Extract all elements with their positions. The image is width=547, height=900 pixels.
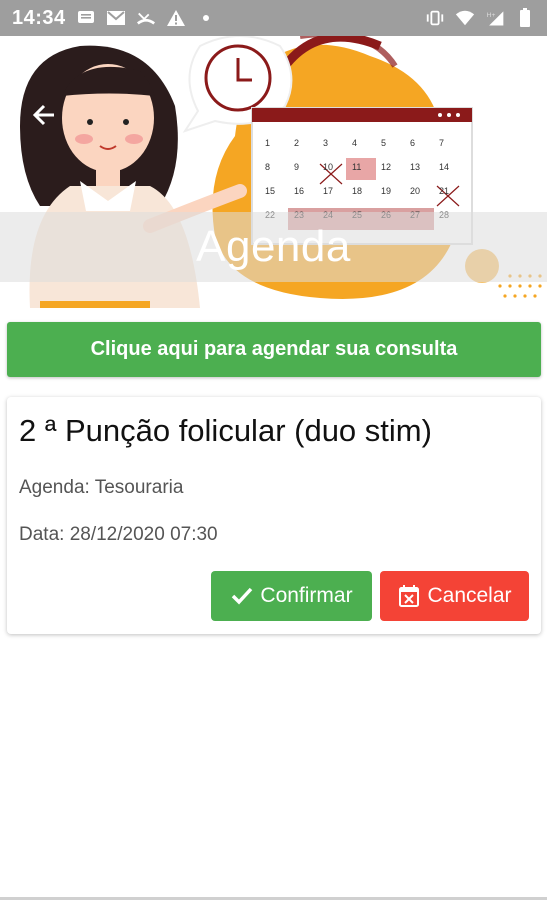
calendar-day: 11: [352, 162, 361, 172]
warning-icon: [166, 8, 186, 28]
calendar-day: 20: [410, 186, 420, 196]
dot-icon: [196, 8, 216, 28]
calendar-day: 12: [381, 162, 391, 172]
appointment-agenda: Agenda: Tesouraria: [19, 477, 184, 498]
back-button[interactable]: [30, 102, 56, 128]
missed-call-icon: [136, 8, 156, 28]
svg-text:H+: H+: [487, 12, 496, 19]
arrow-left-icon: [32, 104, 54, 126]
battery-icon: [515, 8, 535, 28]
calendar-day: 4: [352, 138, 357, 148]
schedule-appointment-button[interactable]: Clique aqui para agendar sua consulta: [7, 322, 541, 377]
calendar-day: 16: [294, 186, 304, 196]
calendar-day: 21: [439, 186, 449, 196]
check-icon: [230, 584, 254, 608]
confirm-label: Confirmar: [260, 584, 353, 607]
calendar-day: 13: [410, 162, 420, 172]
calendar-day: 3: [323, 138, 328, 148]
calendar-day: 15: [265, 186, 275, 196]
schedule-appointment-label: Clique aqui para agendar sua consulta: [90, 338, 458, 360]
calendar-day: 1: [265, 138, 270, 148]
calendar-day: 7: [439, 138, 444, 148]
gmail-icon: [106, 8, 126, 28]
calendar-day: 9: [294, 162, 299, 172]
calendar-day: 18: [352, 186, 362, 196]
vibrate-icon: [425, 8, 445, 28]
calendar-day: 8: [265, 162, 270, 172]
cancel-button[interactable]: Cancelar: [380, 571, 529, 621]
appointment-date: Data: 28/12/2020 07:30: [19, 524, 218, 545]
calendar-day: 6: [410, 138, 415, 148]
calendar-day: 5: [381, 138, 386, 148]
signal-h-plus-icon: H+: [485, 8, 505, 28]
confirm-button[interactable]: Confirmar: [211, 571, 372, 621]
appointment-card: 2 ª Punção folicular (duo stim) Agenda: …: [7, 397, 541, 634]
cancel-label: Cancelar: [427, 584, 512, 607]
header-banner: 1234567891011121314151617181920212223242…: [0, 36, 547, 308]
calendar-day: 17: [323, 186, 333, 196]
status-bar: 14:34 H+: [0, 0, 547, 36]
appointment-procedure: 2 ª Punção folicular (duo stim): [19, 413, 432, 448]
calendar-day: 10: [323, 162, 333, 172]
calendar-day: 2: [294, 138, 299, 148]
message-icon: [76, 8, 96, 28]
wifi-icon: [455, 8, 475, 28]
calendar-cancel-icon: [397, 584, 421, 608]
status-time: 14:34: [12, 6, 66, 29]
page-title: Agenda: [196, 222, 351, 271]
calendar-day: 19: [381, 186, 391, 196]
calendar-day: 14: [439, 162, 449, 172]
title-band: Agenda: [0, 212, 547, 282]
